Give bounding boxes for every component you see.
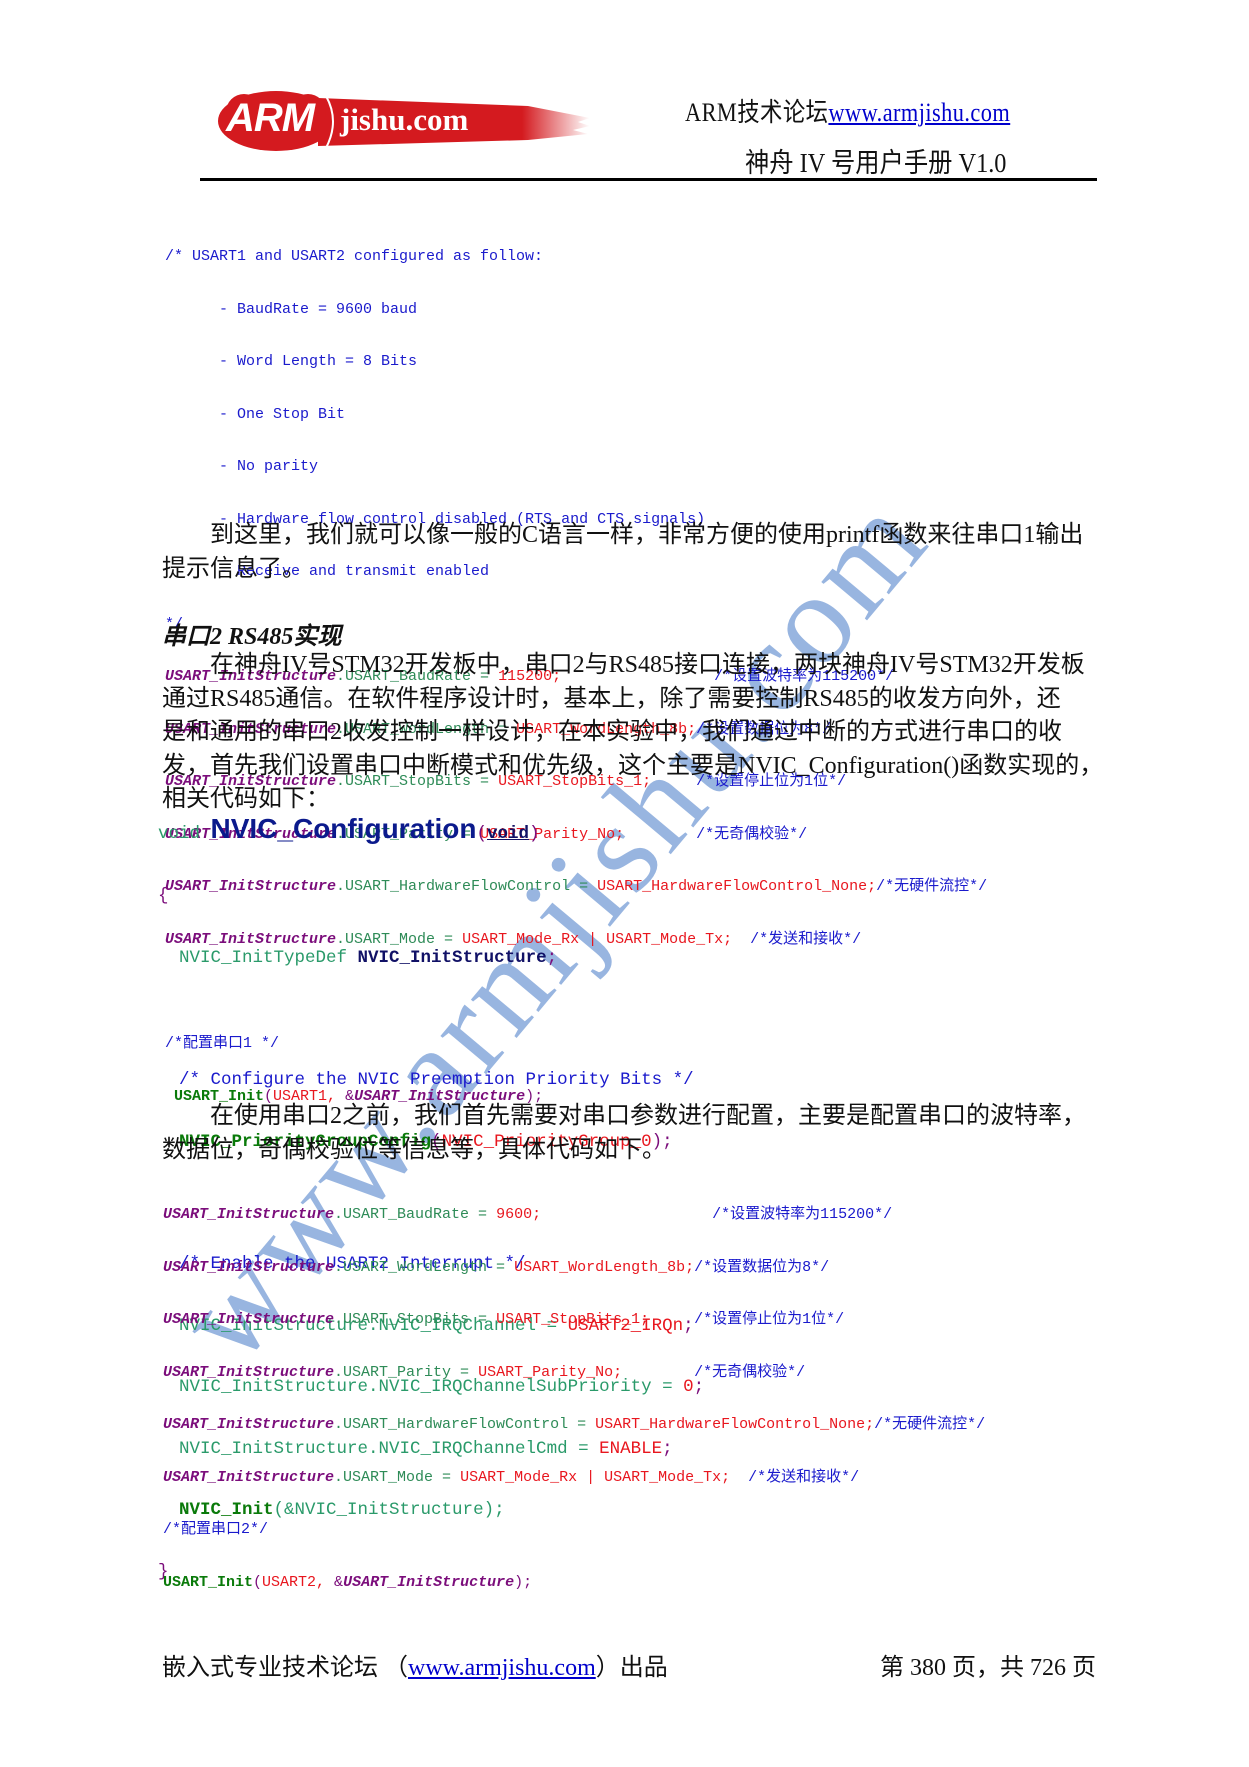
pad <box>624 826 696 843</box>
paragraph-line: 相关代码如下： <box>162 786 330 812</box>
struct-name: USART_InitStructure <box>163 1311 335 1328</box>
field: .USART_BaudRate = <box>334 1206 497 1223</box>
field: .USART_WordLength = <box>334 1258 515 1276</box>
code-line: USART_InitStructure.USART_HardwareFlowCo… <box>163 1416 985 1434</box>
paragraph-printf: 到这里，我们就可以像一般的C语言一样，非常方便的使用printf函数来往串口1输… <box>162 519 1112 586</box>
arg: USART2, <box>262 1573 335 1591</box>
section-heading: 串口2 RS485实现 <box>162 624 342 650</box>
field: .USART_Parity = <box>334 1363 479 1381</box>
return-type: void <box>158 824 211 844</box>
paragraph-line: 提示信息了。 <box>162 555 306 582</box>
semicolon: ; <box>546 947 558 968</box>
paragraph-rs485: 在神舟IV号STM32开发板中，串口2与RS485接口连接，两块神舟IV号STM… <box>162 649 1122 817</box>
nvic-signature: void NVIC_Configuration(void) <box>158 813 540 845</box>
logo-text-arm: ARM <box>226 96 315 140</box>
code-comment-line: /* Configure the NVIC Preemption Priorit… <box>158 1070 694 1090</box>
value: USART_Parity_No; <box>478 1363 623 1381</box>
variable: NVIC_InitStructure <box>357 947 547 968</box>
paragraph-line: 到这里，我们就可以像一般的C语言一样，非常方便的使用printf函数来往串口1输… <box>210 522 1084 548</box>
paragraph-line: 在神舟IV号STM32开发板中，串口2与RS485接口连接，两块神舟IV号STM… <box>210 652 1085 678</box>
footer-suffix: ）出品 <box>595 1655 668 1681</box>
pad <box>622 1364 694 1381</box>
inline-comment: /*设置波特率为115200*/ <box>712 1206 893 1223</box>
paragraph-line: 发，首先我们设置串口中断模式和优先级，这个主要是NVIC_Configurati… <box>162 752 1104 779</box>
footer-left: 嵌入式专业技术论坛 （www.armjishu.com）出品 <box>162 1647 668 1682</box>
inline-comment: /*无硬件流控*/ <box>876 878 988 895</box>
value: USART_WordLength_8b; <box>514 1258 695 1276</box>
code-line: USART_InitStructure.USART_Parity = USART… <box>163 1364 985 1382</box>
config-comment: /*配置串口2*/ <box>163 1521 269 1538</box>
header-forum: ARM技术论坛www.armjishu.com <box>685 92 1010 129</box>
code-line-init: USART_Init(USART2, &USART_InitStructure)… <box>163 1574 985 1592</box>
value: USART_HardwareFlowControl_None; <box>595 1416 875 1433</box>
code-line: NVIC_InitTypeDef NVIC_InitStructure; <box>158 948 704 969</box>
manual-title: 神舟 IV 号用户手册 V1.0 <box>745 148 1007 178</box>
value: USART_StopBits_1; <box>496 1311 650 1328</box>
type: NVIC_InitTypeDef <box>158 947 358 968</box>
code-comment-line: - One Stop Bit <box>165 405 346 423</box>
function-name: USART_Init <box>163 1573 254 1591</box>
pad <box>732 931 750 948</box>
code-comment-line: - No parity <box>165 458 319 475</box>
armjishu-logo: ARM jishu.com <box>218 88 590 154</box>
footer-link[interactable]: www.armjishu.com <box>408 1655 596 1681</box>
code-comment-line: - Word Length = 8 Bits <box>165 353 418 370</box>
struct-name: USART_InitStructure <box>343 1573 515 1591</box>
paren: ( <box>253 1573 263 1591</box>
forum-link[interactable]: www.armjishu.com <box>828 98 1010 127</box>
inline-comment: /*无奇偶校验*/ <box>696 825 808 843</box>
inline-comment: /*设置数据位为8*/ <box>694 1258 830 1276</box>
value: USART_Mode_Rx | USART_Mode_Tx; <box>460 1468 731 1486</box>
inline-comment: /*无奇偶校验*/ <box>694 1363 806 1381</box>
pad <box>730 1469 748 1486</box>
pad <box>649 1311 694 1328</box>
paragraph-line: 在使用串口2之前，我们首先需要对串口参数进行配置，主要是配置串口的波特率， <box>210 1103 1086 1129</box>
pad <box>541 1206 712 1223</box>
ampersand: & <box>334 1573 344 1591</box>
code-comment-line: - BaudRate = 9600 baud <box>165 300 418 318</box>
inline-comment: /*发送和接收*/ <box>750 930 862 948</box>
field: .USART_StopBits = <box>334 1311 497 1328</box>
code-line: USART_InitStructure.USART_WordLength = U… <box>163 1259 985 1277</box>
paragraph-line: 通过RS485通信。在软件程序设计时，基本上，除了需要控制RS485的收发方向外… <box>162 685 1061 712</box>
logo-text-jishu: jishu.com <box>340 102 469 137</box>
paren: ( <box>476 824 488 844</box>
struct-name: USART_InitStructure <box>163 1468 335 1486</box>
paren: ) <box>529 824 540 844</box>
code-line: USART_InitStructure.USART_Mode = USART_M… <box>163 1469 985 1487</box>
inline-comment: /*设置停止位为1位*/ <box>694 1311 845 1328</box>
struct-name: USART_InitStructure <box>163 1363 335 1381</box>
inline-comment: /*发送和接收*/ <box>748 1468 860 1486</box>
struct-name: USART_InitStructure <box>163 1258 335 1276</box>
brace-open: { <box>158 886 169 906</box>
struct-name: USART_InitStructure <box>163 1206 335 1223</box>
inline-comment: /*无硬件流控*/ <box>874 1416 986 1433</box>
param-void: void <box>487 824 530 844</box>
footer-prefix: 嵌入式专业技术论坛 （ <box>162 1655 408 1681</box>
struct-name: USART_InitStructure <box>163 1416 335 1433</box>
value: 9600; <box>496 1206 542 1223</box>
function-title: NVIC_Configuration <box>210 813 477 844</box>
code-comment-line: /* USART1 and USART2 configured as follo… <box>165 248 544 265</box>
paragraph-usart2-config: 在使用串口2之前，我们首先需要对串口参数进行配置，主要是配置串口的波特率， 数据… <box>162 1100 1122 1167</box>
code-line: USART_InitStructure.USART_BaudRate = 960… <box>163 1206 985 1224</box>
paragraph-line: 是和通用的串口2收发控制一样设计，在本实验中，我们通过中断的方式进行串口的收 <box>162 719 1062 745</box>
paren: ); <box>514 1573 533 1591</box>
page-number: 第 380 页，共 726 页 <box>880 1655 1096 1681</box>
field: .USART_HardwareFlowControl = <box>334 1416 596 1433</box>
code-line: USART_InitStructure.USART_StopBits = USA… <box>163 1311 985 1329</box>
field: .USART_Mode = <box>334 1468 461 1486</box>
header-divider <box>200 178 1097 181</box>
code-block-usart2: USART_InitStructure.USART_BaudRate = 960… <box>163 1171 985 1609</box>
paragraph-line: 数据位，奇偶校验位等信息等，具体代码如下。 <box>162 1136 666 1163</box>
forum-label: ARM技术论坛 <box>685 98 829 127</box>
